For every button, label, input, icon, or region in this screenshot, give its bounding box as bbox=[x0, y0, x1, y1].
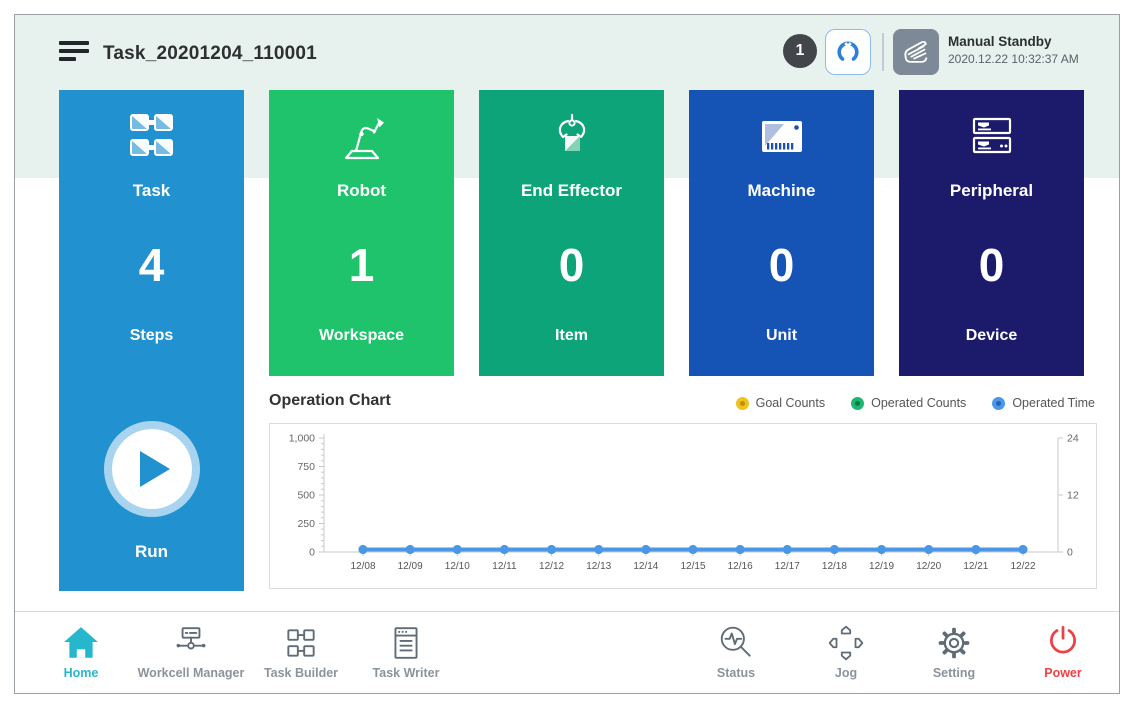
svg-text:12/22: 12/22 bbox=[1010, 561, 1035, 572]
task-steps-icon bbox=[124, 110, 180, 166]
run-label: Run bbox=[59, 542, 244, 562]
svg-text:12/18: 12/18 bbox=[822, 561, 847, 572]
nav-label: Power bbox=[997, 666, 1120, 680]
svg-text:12/12: 12/12 bbox=[539, 561, 564, 572]
hand-icon bbox=[900, 36, 932, 68]
card-task[interactable]: Task 4 Steps Run bbox=[59, 90, 244, 591]
run-button[interactable] bbox=[104, 421, 200, 517]
legend-label: Operated Time bbox=[1012, 396, 1095, 410]
card-value: 1 bbox=[269, 238, 454, 292]
servo-button[interactable] bbox=[825, 29, 871, 75]
operation-chart-svg: 1,000 750 500 250 0 24 12 0 12/08 12/09 12/10 12/11… bbox=[270, 424, 1096, 588]
card-unit: Workspace bbox=[269, 327, 454, 345]
goal-counts-dot-icon bbox=[736, 397, 749, 410]
card-unit: Steps bbox=[59, 327, 244, 345]
robot-arm-icon bbox=[334, 110, 390, 166]
gripper-arc-icon bbox=[834, 38, 862, 66]
svg-text:12/16: 12/16 bbox=[728, 561, 753, 572]
home-icon bbox=[62, 623, 100, 663]
svg-text:0: 0 bbox=[309, 547, 315, 559]
jog-icon bbox=[827, 623, 865, 663]
card-title: Robot bbox=[269, 181, 454, 201]
svg-text:250: 250 bbox=[297, 518, 315, 530]
card-end-effector[interactable]: End Effector 0 Item bbox=[479, 90, 664, 376]
svg-text:12/21: 12/21 bbox=[963, 561, 988, 572]
page-title: Task_20201204_110001 bbox=[103, 43, 317, 65]
legend-label: Operated Counts bbox=[871, 396, 966, 410]
task-builder-icon bbox=[282, 623, 320, 663]
nav-label: Task Writer bbox=[340, 666, 472, 680]
card-robot[interactable]: Robot 1 Workspace bbox=[269, 90, 454, 376]
svg-text:12/15: 12/15 bbox=[680, 561, 705, 572]
svg-text:750: 750 bbox=[297, 461, 315, 473]
menu-icon[interactable] bbox=[59, 41, 91, 65]
card-unit: Item bbox=[479, 327, 664, 345]
card-unit: Device bbox=[899, 327, 1084, 345]
svg-text:12/14: 12/14 bbox=[633, 561, 658, 572]
status-icon bbox=[717, 623, 755, 663]
robot-mode-label: Manual Standby bbox=[948, 34, 1079, 49]
svg-text:500: 500 bbox=[297, 490, 315, 502]
card-title: End Effector bbox=[479, 181, 664, 201]
card-value: 0 bbox=[689, 238, 874, 292]
legend-item-operated-time: Operated Time bbox=[992, 396, 1095, 410]
svg-text:0: 0 bbox=[1067, 547, 1073, 559]
task-writer-icon bbox=[387, 623, 425, 663]
svg-text:12/10: 12/10 bbox=[445, 561, 470, 572]
notification-badge[interactable]: 1 bbox=[783, 34, 817, 68]
app-window: Task_20201204_110001 1 Manual Standby 20… bbox=[14, 14, 1120, 694]
chart-title: Operation Chart bbox=[269, 392, 391, 410]
operated-time-dot-icon bbox=[992, 397, 1005, 410]
bottom-nav-bar: Home Workcell Manager bbox=[15, 611, 1119, 694]
svg-text:12/13: 12/13 bbox=[586, 561, 611, 572]
power-icon bbox=[1044, 623, 1082, 663]
card-title: Peripheral bbox=[899, 181, 1084, 201]
setting-icon bbox=[935, 623, 973, 663]
card-peripheral[interactable]: Peripheral 0 Device bbox=[899, 90, 1084, 376]
svg-text:12/20: 12/20 bbox=[916, 561, 941, 572]
card-title: Machine bbox=[689, 181, 874, 201]
workcell-manager-icon bbox=[172, 623, 210, 663]
operation-chart: 1,000 750 500 250 0 24 12 0 12/08 12/09 12/10 12/11… bbox=[269, 423, 1097, 589]
play-icon bbox=[140, 451, 172, 487]
legend-item-operated-counts: Operated Counts bbox=[851, 396, 966, 410]
svg-text:12/19: 12/19 bbox=[869, 561, 894, 572]
svg-text:12/08: 12/08 bbox=[350, 561, 375, 572]
svg-text:1,000: 1,000 bbox=[289, 433, 315, 445]
nav-task-writer[interactable]: Task Writer bbox=[340, 623, 472, 680]
card-machine[interactable]: Machine 0 Unit bbox=[689, 90, 874, 376]
gripper-icon bbox=[544, 110, 600, 166]
svg-text:24: 24 bbox=[1067, 433, 1079, 445]
card-unit: Unit bbox=[689, 327, 874, 345]
svg-text:12/11: 12/11 bbox=[492, 561, 517, 572]
header-divider bbox=[882, 33, 884, 71]
card-value: 0 bbox=[899, 238, 1084, 292]
machine-icon bbox=[754, 110, 810, 166]
legend-item-goal-counts: Goal Counts bbox=[736, 396, 825, 410]
card-title: Task bbox=[59, 181, 244, 201]
operated-counts-dot-icon bbox=[851, 397, 864, 410]
svg-text:12/09: 12/09 bbox=[398, 561, 423, 572]
svg-text:12: 12 bbox=[1067, 490, 1079, 502]
robot-status: Manual Standby 2020.12.22 10:32:37 AM bbox=[948, 34, 1079, 66]
chart-legend: Goal Counts Operated Counts Operated Tim… bbox=[736, 396, 1095, 410]
card-value: 4 bbox=[59, 238, 244, 292]
svg-text:12/17: 12/17 bbox=[775, 561, 800, 572]
nav-power[interactable]: Power bbox=[997, 623, 1120, 680]
manual-mode-button[interactable] bbox=[893, 29, 939, 75]
legend-label: Goal Counts bbox=[756, 396, 825, 410]
card-value: 0 bbox=[479, 238, 664, 292]
server-stack-icon bbox=[964, 110, 1020, 166]
status-timestamp: 2020.12.22 10:32:37 AM bbox=[948, 52, 1079, 66]
